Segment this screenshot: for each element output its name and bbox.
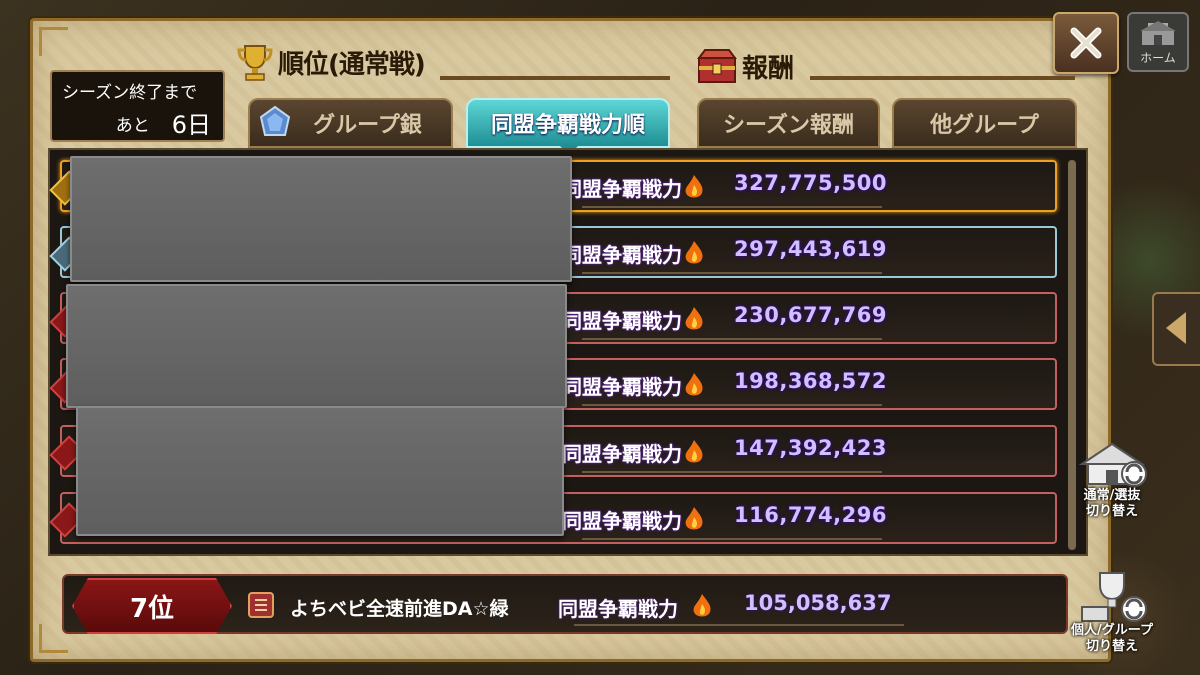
flame-icon xyxy=(685,373,703,396)
flame-icon xyxy=(685,507,703,530)
castle-switch-icon xyxy=(1078,442,1147,487)
season-label: シーズン終了まで xyxy=(62,83,198,103)
switch-label-line2: 切り替え xyxy=(1085,639,1138,654)
switch-label-line1: 通常/選抜 xyxy=(1083,488,1141,503)
flame-icon xyxy=(685,307,703,330)
normal-select-switch-button[interactable]: 通常/選抜 切り替え xyxy=(1062,430,1162,520)
tab-season-reward[interactable]: シーズン報酬 xyxy=(697,98,880,148)
home-button[interactable]: ホーム xyxy=(1127,12,1189,72)
power-value: 327,775,500 xyxy=(734,171,887,195)
alliance-banner-icon xyxy=(248,592,274,618)
header-divider xyxy=(810,76,1075,80)
close-icon xyxy=(1070,27,1102,59)
home-label: ホーム xyxy=(1140,51,1176,65)
row-underline xyxy=(582,404,882,406)
power-label: 同盟争覇戦力 xyxy=(562,243,682,267)
redaction-block xyxy=(76,406,564,536)
reward-title: 報酬 xyxy=(742,53,795,84)
power-value: 198,368,572 xyxy=(734,369,887,393)
rank-header: 順位(通常戦) xyxy=(236,42,426,82)
flame-icon xyxy=(685,175,703,198)
castle-icon xyxy=(1140,21,1176,45)
tab-label: 同盟争覇戦力順 xyxy=(490,113,645,138)
season-prefix: あと xyxy=(115,116,150,136)
power-value: 147,392,423 xyxy=(734,436,887,460)
rank-title: 順位(通常戦) xyxy=(278,49,426,80)
treasure-chest-icon xyxy=(697,49,737,83)
season-remaining-box: シーズン終了まで あと 6日 xyxy=(50,70,225,142)
power-value: 230,677,769 xyxy=(734,303,887,327)
panel-corner xyxy=(39,27,68,56)
flame-icon xyxy=(685,241,703,264)
tab-label: シーズン報酬 xyxy=(723,113,854,138)
tab-label: グループ銀 xyxy=(313,113,422,138)
row-underline xyxy=(582,272,882,274)
redaction-block xyxy=(70,156,572,282)
row-underline xyxy=(582,206,882,208)
my-rank-badge: 7位 xyxy=(72,578,232,634)
switch-label-line1: 個人/グループ xyxy=(1071,623,1153,638)
my-alliance-rank-row[interactable]: 7位 よちベビ全速前進DA☆緑 同盟争覇戦力 105,058,637 xyxy=(62,574,1068,634)
season-days: 6日 xyxy=(171,111,211,139)
row-underline xyxy=(574,624,904,626)
tab-other-group[interactable]: 他グループ xyxy=(892,98,1077,148)
header-divider xyxy=(440,76,670,80)
tab-alliance-power[interactable]: 同盟争覇戦力順 xyxy=(466,98,670,148)
power-label: 同盟争覇戦力 xyxy=(562,509,682,533)
close-button[interactable] xyxy=(1053,12,1119,74)
power-value: 297,443,619 xyxy=(734,237,887,261)
row-underline xyxy=(582,538,882,540)
power-label: 同盟争覇戦力 xyxy=(562,442,682,466)
power-label: 同盟争覇戦力 xyxy=(558,597,678,621)
row-underline xyxy=(582,471,882,473)
power-value: 116,774,296 xyxy=(734,503,887,527)
trophy-icon xyxy=(237,45,273,81)
flame-icon xyxy=(693,594,711,617)
power-label: 同盟争覇戦力 xyxy=(562,177,682,201)
power-label: 同盟争覇戦力 xyxy=(562,375,682,399)
silver-crest-icon xyxy=(260,105,291,136)
tab-group-silver[interactable]: グループ銀 xyxy=(248,98,453,148)
redaction-block xyxy=(66,284,567,408)
reward-header: 報酬 xyxy=(696,46,794,86)
tab-label: 他グループ xyxy=(930,113,1039,138)
alliance-name: よちベビ全速前進DA☆緑 xyxy=(290,598,509,620)
row-underline xyxy=(582,338,882,340)
season-days-row: あと 6日 xyxy=(62,111,213,140)
personal-group-switch-button[interactable]: 個人/グループ 切り替え xyxy=(1062,555,1162,655)
flame-icon xyxy=(685,440,703,463)
trophy-switch-icon xyxy=(1081,572,1147,622)
side-panel-arrow-button[interactable] xyxy=(1152,292,1200,366)
power-label: 同盟争覇戦力 xyxy=(562,309,682,333)
switch-label-line2: 切り替え xyxy=(1085,504,1138,519)
power-value: 105,058,637 xyxy=(744,591,892,615)
